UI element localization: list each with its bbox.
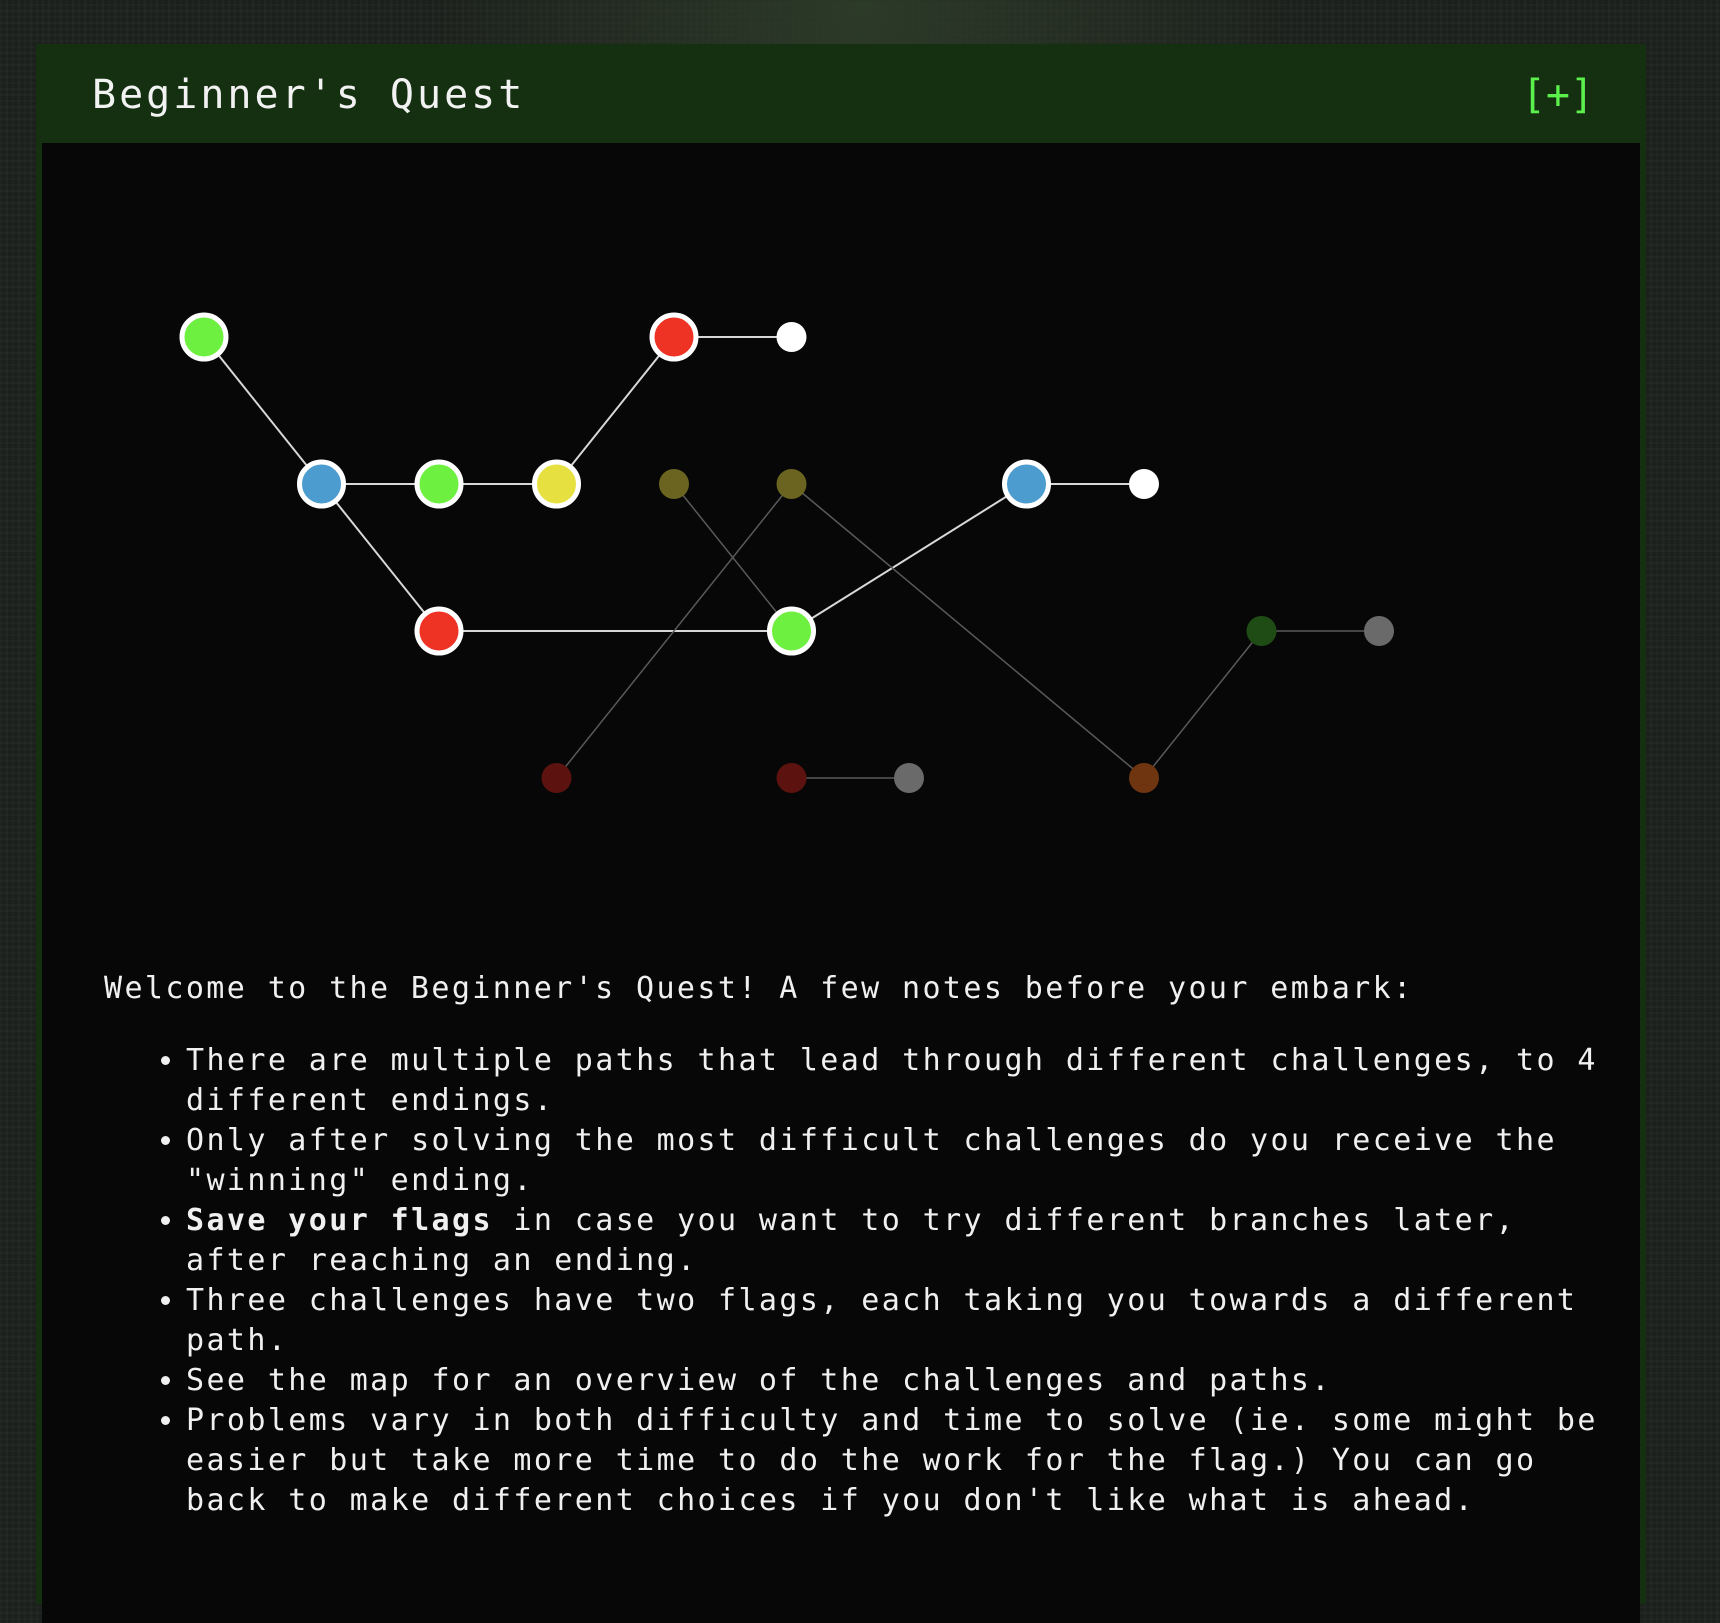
challenge-node-n8[interactable] — [767, 606, 816, 656]
note-item: See the map for an overview of the chall… — [186, 1361, 1604, 1401]
panel-title: Beginner's Quest — [92, 72, 526, 118]
map-edge — [555, 336, 675, 485]
note-item: Problems vary in both difficulty and tim… — [186, 1401, 1604, 1521]
challenge-node-n7[interactable] — [414, 606, 464, 656]
challenge-node-n5[interactable] — [649, 312, 699, 362]
notes-list: There are multiple paths that lead throu… — [104, 1041, 1604, 1521]
welcome-text: Welcome to the Beginner's Quest! A few n… — [104, 971, 1414, 1006]
map-edge — [790, 483, 1028, 632]
challenge-node-n2[interactable] — [297, 459, 346, 509]
intro-text: Welcome to the Beginner's Quest! A few n… — [104, 969, 1604, 1521]
challenge-node-n14 — [776, 763, 807, 793]
quest-panel: Beginner's Quest [+] Welcome to the Begi… — [36, 44, 1646, 1623]
note-item: Only after solving the most difficult ch… — [186, 1121, 1604, 1201]
note-text: Three challenges have two flags, each ta… — [186, 1283, 1578, 1358]
map-edge — [203, 336, 323, 485]
challenge-node-n3[interactable] — [414, 459, 464, 509]
quest-map — [179, 312, 1394, 793]
challenge-node-n6 — [776, 322, 807, 352]
note-text: Problems vary in both difficulty and tim… — [186, 1403, 1598, 1518]
panel-header: Beginner's Quest [+] — [42, 44, 1640, 143]
note-text: Only after solving the most difficult ch… — [186, 1123, 1557, 1198]
map-edge — [791, 483, 1145, 779]
challenge-node-n13 — [541, 763, 572, 793]
panel-body: Welcome to the Beginner's Quest! A few n… — [42, 143, 1640, 1623]
challenge-node-n10 — [1129, 469, 1159, 499]
challenge-node-n15 — [894, 763, 924, 793]
note-text: There are multiple paths that lead throu… — [186, 1043, 1598, 1118]
note-emphasis: Save your flags — [186, 1203, 493, 1238]
challenge-node-n18 — [1364, 616, 1394, 646]
challenge-node-n17 — [1246, 616, 1277, 646]
note-item: There are multiple paths that lead throu… — [186, 1041, 1604, 1121]
note-text: See the map for an overview of the chall… — [186, 1363, 1332, 1398]
note-item: Three challenges have two flags, each ta… — [186, 1281, 1604, 1361]
challenge-node-n16 — [1129, 763, 1159, 793]
expand-button[interactable]: [+] — [1522, 72, 1594, 118]
challenge-node-n9[interactable] — [1002, 459, 1051, 509]
note-item: Save your flags in case you want to try … — [186, 1201, 1604, 1281]
challenge-node-n1[interactable] — [179, 312, 229, 362]
challenge-node-n11 — [659, 469, 689, 499]
map-edge — [1143, 630, 1263, 779]
challenge-node-n4[interactable] — [532, 459, 581, 509]
map-edge — [320, 483, 440, 632]
challenge-node-n12 — [776, 469, 807, 499]
